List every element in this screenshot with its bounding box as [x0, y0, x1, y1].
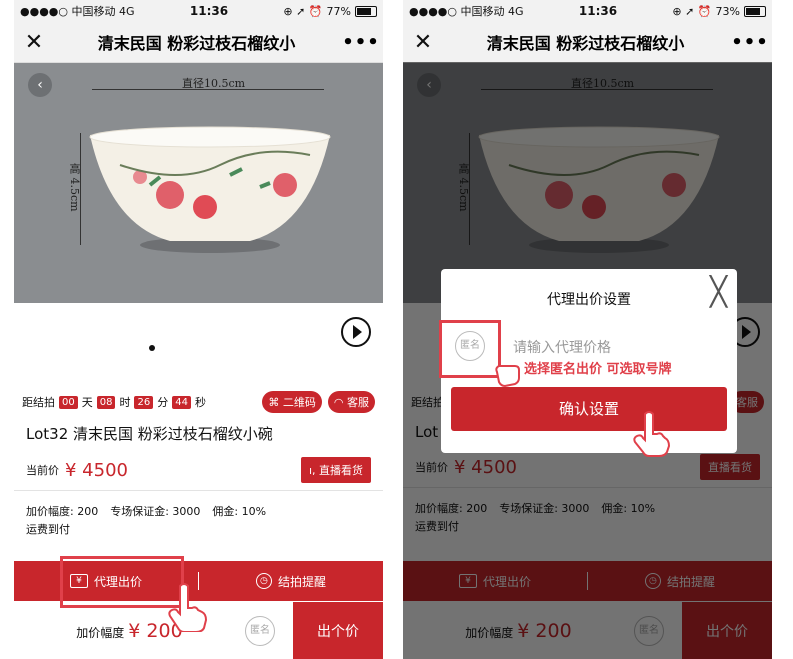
- dialog-title: 代理出价设置: [547, 292, 631, 308]
- current-price: ¥ 4500: [65, 459, 128, 481]
- qr-code-button[interactable]: ⌘ 二维码: [262, 391, 322, 413]
- carrier-text: ●●●●○ 中国移动 4G: [409, 5, 524, 18]
- close-icon[interactable]: ╳: [710, 275, 727, 308]
- commission-info: 佣金: 10%: [212, 505, 267, 518]
- lot-title: Lot32 清末民国 粉彩过枝石榴纹小碗: [26, 425, 273, 443]
- countdown-seconds: 44: [172, 395, 191, 409]
- status-right: ⊕ ➚ ⏰ 77%: [283, 5, 377, 18]
- battery-icon: [744, 5, 766, 17]
- time-text: 11:36: [189, 4, 229, 18]
- live-icon: ı,: [308, 464, 316, 477]
- deposit-info: 专场保证金: 3000: [110, 505, 201, 518]
- reminder-button[interactable]: ◷结拍提醒: [199, 573, 383, 590]
- countdown-row: 距结拍 00 天 08 时 26 分 44 秒 ⌘ 二维码 ◠ 客服: [14, 387, 383, 417]
- status-bar: ●●●●○ 中国移动 4G 11:36 ⊕ ➚ ⏰ 77%: [14, 0, 383, 22]
- time-text: 11:36: [578, 4, 618, 18]
- increment-info: 加价幅度: 200: [26, 505, 99, 518]
- page-title: 清末民国 粉彩过枝石榴纹小: [486, 34, 685, 53]
- increment-display: 加价幅度¥ 200: [76, 619, 183, 642]
- close-icon[interactable]: ✕: [14, 30, 54, 55]
- anonymous-toggle[interactable]: 匿名: [245, 615, 275, 646]
- status-right: ⊕ ➚ ⏰ 73%: [672, 5, 766, 18]
- confirm-button[interactable]: 确认设置: [451, 387, 727, 431]
- page-title: 清末民国 粉彩过枝石榴纹小: [97, 34, 296, 53]
- back-icon[interactable]: ‹: [28, 73, 52, 97]
- price-row: 当前价 ¥ 4500 ı, 直播看货: [14, 450, 383, 491]
- carousel-area: [14, 303, 383, 387]
- minute-unit: 分: [157, 396, 169, 409]
- countdown-days: 00: [59, 395, 78, 409]
- countdown-minutes: 26: [134, 395, 154, 409]
- qr-icon: ⌘: [268, 396, 280, 409]
- service-button[interactable]: ◠ 客服: [327, 391, 375, 413]
- countdown-hours: 08: [96, 395, 116, 409]
- pointer-hand-icon: [495, 365, 520, 388]
- bowl-image: [89, 126, 331, 253]
- status-bar: ●●●●○ 中国移动 4G 11:36 ⊕ ➚ ⏰ 73%: [403, 0, 772, 22]
- proxy-price-input[interactable]: 请输入代理价格: [513, 337, 611, 357]
- close-icon[interactable]: ✕: [403, 30, 443, 55]
- shipping-info: 运费到付: [26, 523, 70, 536]
- more-icon[interactable]: •••: [339, 32, 383, 53]
- pointer-hand-icon: [633, 411, 671, 457]
- second-unit: 秒: [194, 396, 206, 409]
- price-label: 当前价: [26, 464, 59, 477]
- width-label: 直径10.5cm: [182, 77, 246, 90]
- pointer-hand-icon: [168, 583, 208, 632]
- clock-icon: ◷: [255, 573, 272, 589]
- nav-bar: ✕ 清末民国 粉彩过枝石榴纹小 •••: [14, 22, 383, 63]
- carousel-dot[interactable]: [149, 345, 155, 351]
- carrier-text: ●●●●○ 中国移动 4G: [20, 5, 135, 18]
- auction-info: 加价幅度: 200 专场保证金: 3000 佣金: 10% 运费到付: [14, 491, 383, 551]
- product-photo: ‹ 直径10.5cm 高 4.5cm: [14, 63, 383, 303]
- phone-screen-left: ●●●●○ 中国移动 4G 11:36 ⊕ ➚ ⏰ 77% ✕ 清末民国 粉彩过…: [14, 0, 383, 659]
- highlight-box: [439, 320, 501, 378]
- hour-unit: 时: [119, 396, 131, 409]
- annotation-text: 选择匿名出价 可选取号牌: [524, 362, 672, 377]
- service-icon: ◠: [333, 396, 344, 409]
- live-button[interactable]: ı, 直播看货: [300, 457, 371, 483]
- day-unit: 天: [81, 396, 93, 409]
- bid-button[interactable]: 出个价: [293, 602, 383, 659]
- play-icon[interactable]: [341, 317, 371, 347]
- countdown-label: 距结拍: [22, 396, 55, 409]
- phone-screen-right: ●●●●○ 中国移动 4G 11:36 ⊕ ➚ ⏰ 73% ✕ 清末民国 粉彩过…: [403, 0, 772, 659]
- more-icon[interactable]: •••: [728, 32, 772, 53]
- nav-bar: ✕ 清末民国 粉彩过枝石榴纹小 •••: [403, 22, 772, 63]
- battery-icon: [355, 5, 377, 17]
